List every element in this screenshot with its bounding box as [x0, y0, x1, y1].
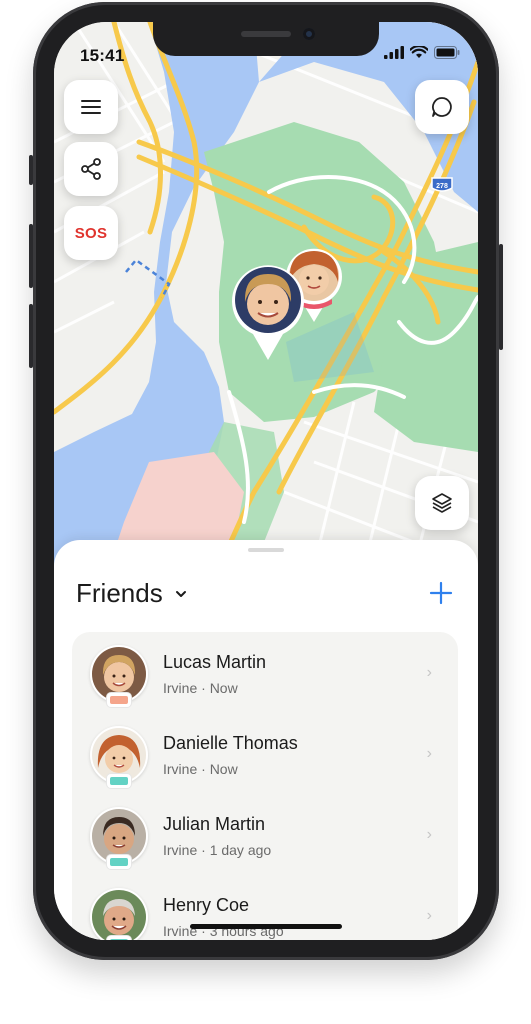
- friend-name: Lucas Martin: [163, 652, 267, 672]
- menu-icon: [81, 100, 101, 114]
- chevron-right-icon: ›: [426, 907, 432, 924]
- sheet-title: Friends: [76, 578, 163, 608]
- friend-status: Irvine · Now: [163, 680, 238, 696]
- front-camera: [303, 28, 315, 40]
- notch: [153, 22, 379, 56]
- status-time: 15:41: [80, 46, 125, 65]
- menu-button[interactable]: [64, 80, 118, 134]
- battery-indicator: [107, 855, 131, 869]
- friend-row[interactable]: Lucas Martin Irvine · Now ›: [72, 632, 458, 713]
- battery-fill: [110, 696, 128, 704]
- friends-title-dropdown[interactable]: Friends: [76, 578, 187, 609]
- sos-button[interactable]: SOS: [64, 206, 118, 260]
- cellular-signal-icon: [384, 46, 404, 59]
- battery-indicator: [107, 693, 131, 707]
- volume-down-button: [29, 304, 33, 368]
- share-button[interactable]: [64, 142, 118, 196]
- share-icon: [81, 158, 101, 180]
- volume-up-button: [29, 224, 33, 288]
- phone-frame: 278 15:41 SOS Friends Lucas Martin Irvin…: [29, 2, 503, 960]
- speaker: [241, 31, 291, 37]
- battery-indicator: [107, 774, 131, 788]
- map-pin-lucas[interactable]: [228, 262, 308, 362]
- friend-status: Irvine · Now: [163, 761, 238, 777]
- chevron-right-icon: ›: [426, 664, 432, 681]
- battery-icon: [434, 46, 460, 59]
- chevron-right-icon: ›: [426, 826, 432, 843]
- battery-fill: [110, 858, 128, 866]
- chevron-right-icon: ›: [426, 745, 432, 762]
- map-layers-button[interactable]: [415, 476, 469, 530]
- friend-name: Henry Coe: [163, 895, 250, 915]
- friend-name: Danielle Thomas: [163, 733, 298, 753]
- friends-list: Lucas Martin Irvine · Now › Danielle Tho…: [72, 632, 458, 940]
- road-shield-icon: 278: [431, 177, 453, 192]
- friend-row[interactable]: Henry Coe Irvine · 3 hours ago ›: [72, 875, 458, 940]
- status-icons: [384, 46, 460, 59]
- friend-status: Irvine · 1 day ago: [163, 842, 272, 858]
- wifi-icon: [410, 46, 428, 58]
- layers-icon: [432, 493, 452, 513]
- battery-fill: [110, 777, 128, 785]
- friend-row[interactable]: Julian Martin Irvine · 1 day ago ›: [72, 794, 458, 875]
- friends-sheet: Friends Lucas Martin Irvine · Now › Dani…: [54, 540, 478, 940]
- chevron-down-icon: [175, 590, 186, 597]
- screen: 278 15:41 SOS Friends Lucas Martin Irvin…: [54, 22, 478, 940]
- power-button: [499, 244, 503, 350]
- home-indicator[interactable]: [190, 924, 342, 929]
- chat-icon: [432, 97, 452, 117]
- mute-switch: [29, 155, 33, 185]
- battery-indicator: [107, 936, 131, 940]
- friend-name: Julian Martin: [163, 814, 266, 834]
- sheet-handle[interactable]: [248, 548, 284, 552]
- battery-fill: [110, 939, 128, 940]
- friend-row[interactable]: Danielle Thomas Irvine · Now ›: [72, 713, 458, 794]
- sos-label: SOS: [74, 224, 108, 242]
- chat-button[interactable]: [415, 80, 469, 134]
- add-friend-button[interactable]: [426, 578, 456, 608]
- avatar: [90, 888, 148, 940]
- svg-text:278: 278: [436, 183, 448, 190]
